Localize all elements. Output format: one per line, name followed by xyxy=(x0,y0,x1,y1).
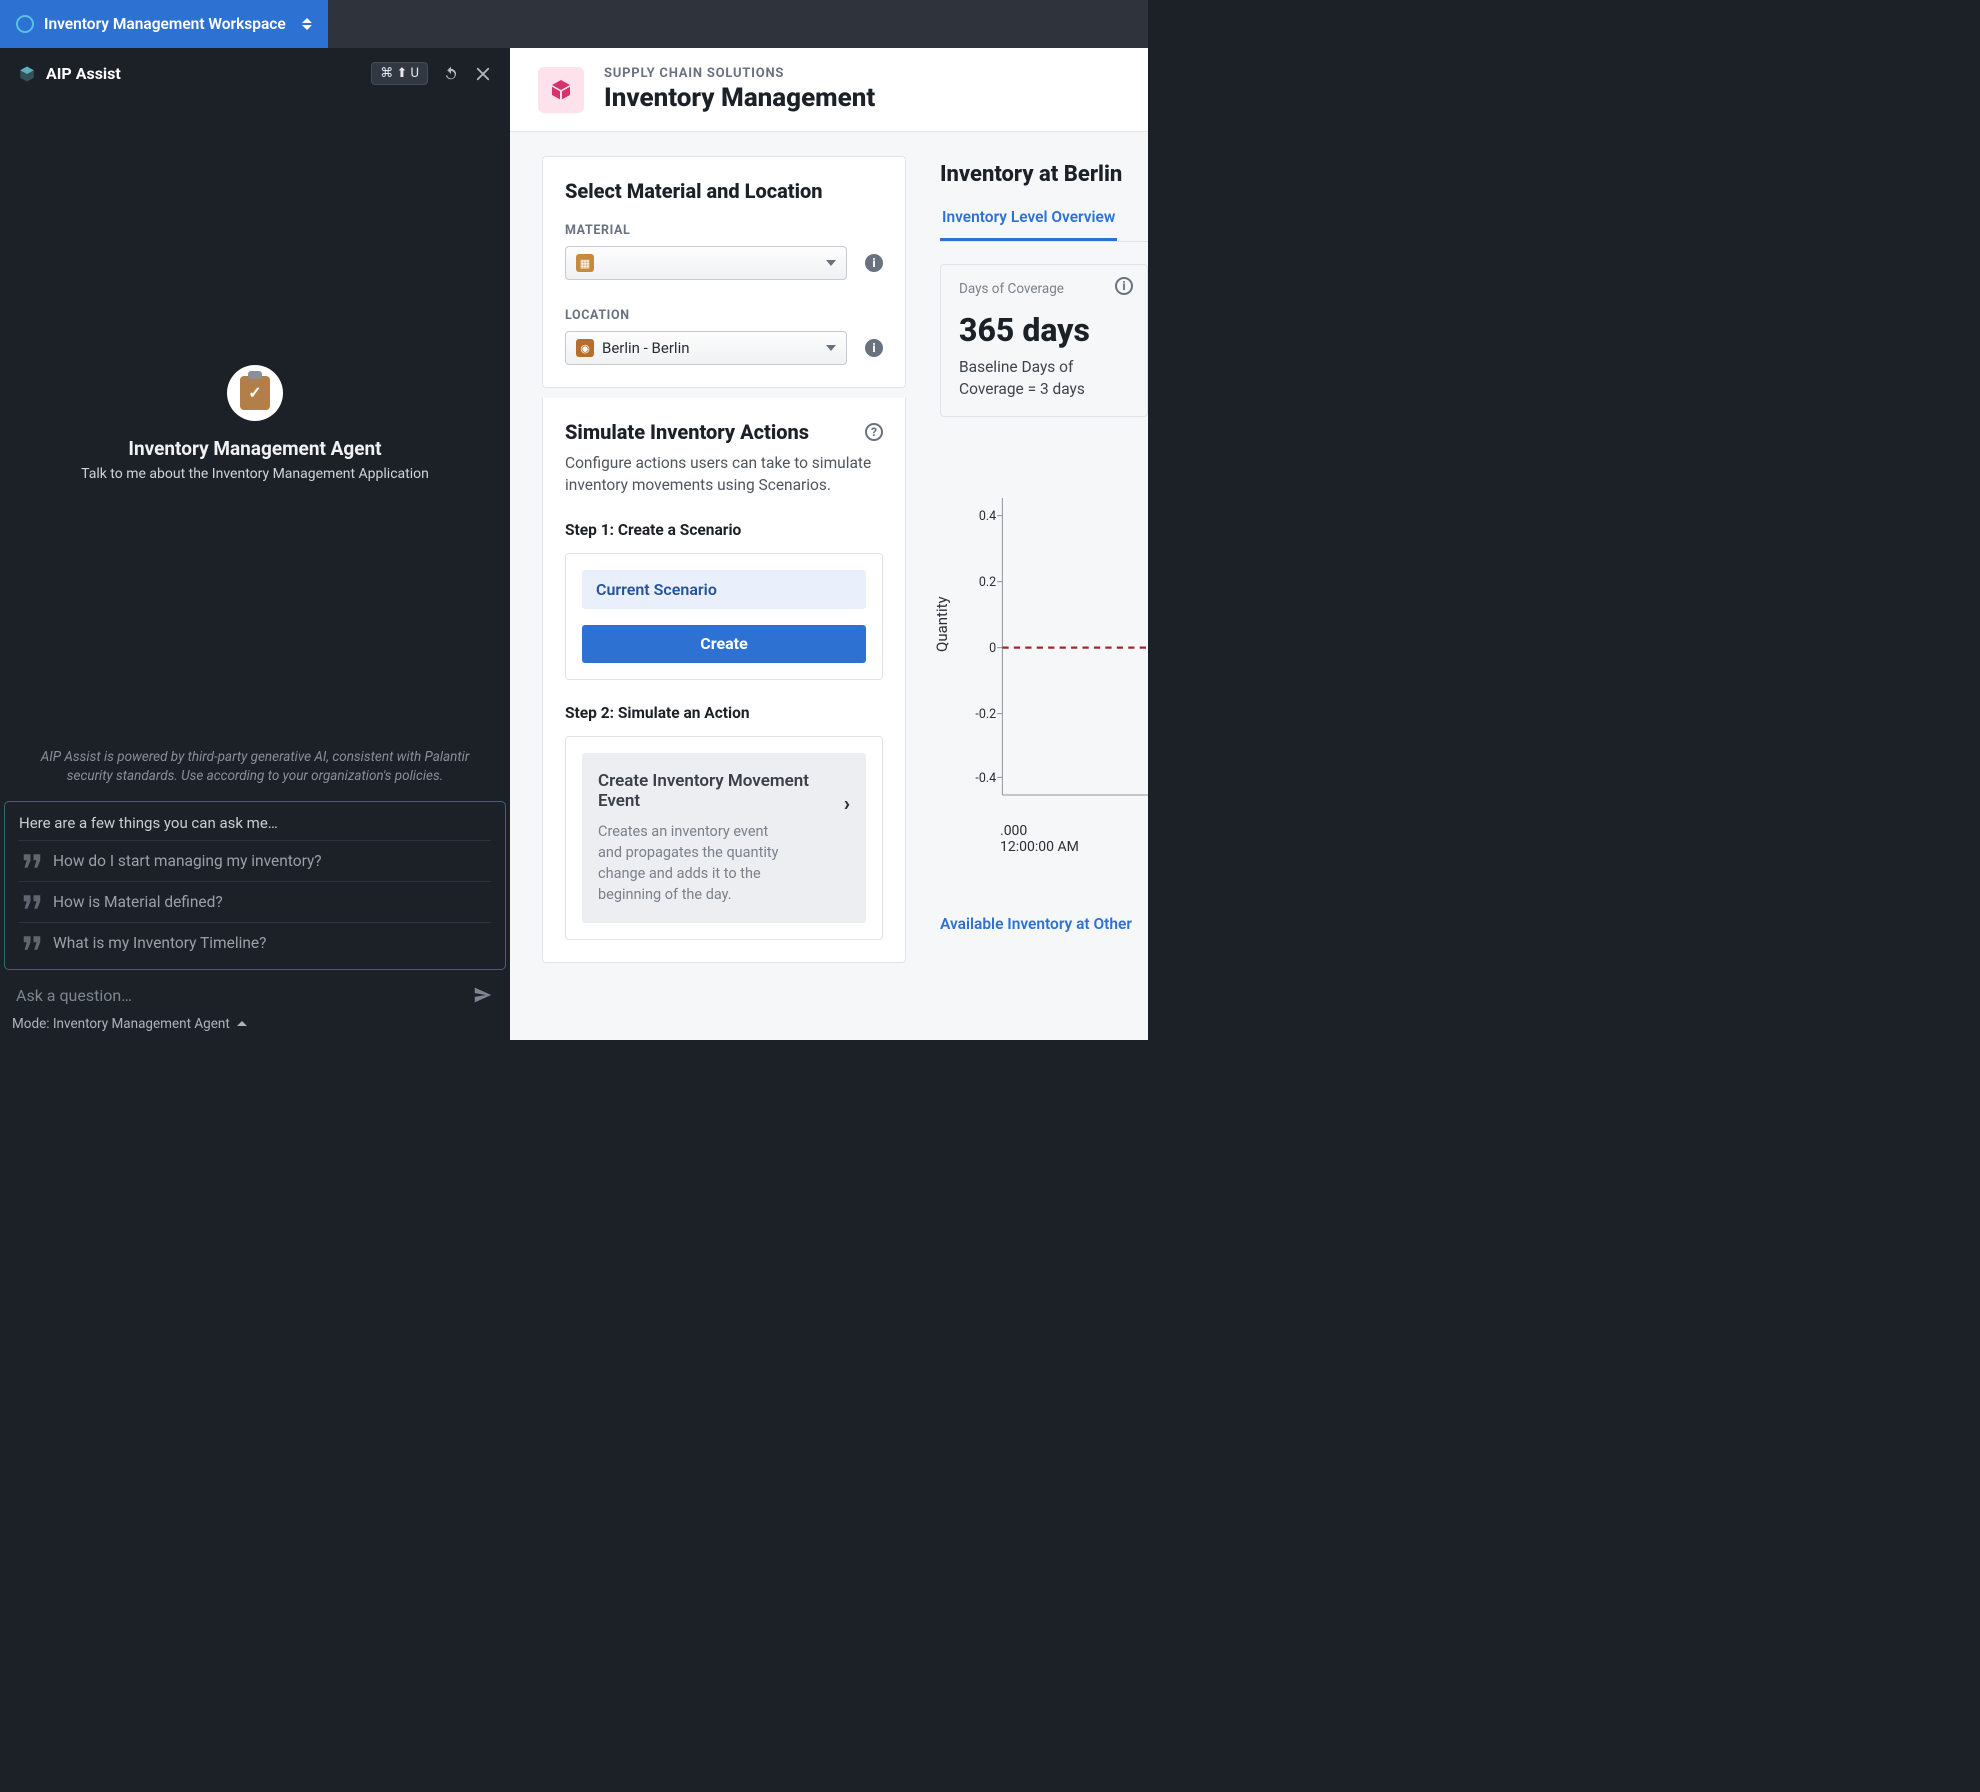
ask-input[interactable] xyxy=(16,986,462,1005)
suggestion-item[interactable]: How do I start managing my inventory? xyxy=(19,840,491,881)
mode-label: Mode: Inventory Management Agent xyxy=(12,1016,230,1032)
close-icon[interactable] xyxy=(474,65,492,83)
material-select[interactable]: ▦ xyxy=(565,246,847,280)
suggestion-item[interactable]: What is my Inventory Timeline? xyxy=(19,922,491,963)
metric-value: 365 days xyxy=(959,311,1129,349)
clipboard-check-icon xyxy=(240,376,270,410)
action-box: Create Inventory Movement Event Creates … xyxy=(565,736,883,940)
movement-event-button[interactable]: Create Inventory Movement Event Creates … xyxy=(582,753,866,923)
quote-icon xyxy=(23,936,41,950)
chevron-down-icon xyxy=(826,345,836,351)
page-icon xyxy=(538,67,584,113)
help-icon[interactable]: ? xyxy=(865,423,883,441)
page-header: SUPPLY CHAIN SOLUTIONS Inventory Managem… xyxy=(510,48,1148,132)
metric-label: Days of Coverage xyxy=(959,281,1129,297)
svg-text:-0.4: -0.4 xyxy=(975,771,996,786)
movement-desc: Creates an inventory event and propagate… xyxy=(598,821,795,905)
info-icon[interactable]: i xyxy=(865,254,883,272)
tab-row: Inventory Level Overview xyxy=(940,207,1148,242)
inventory-title: Inventory at Berlin xyxy=(940,162,1148,187)
simulate-title: Simulate Inventory Actions xyxy=(565,420,809,444)
location-select[interactable]: ◉ Berlin - Berlin xyxy=(565,331,847,365)
workspace-switcher[interactable]: Inventory Management Workspace xyxy=(0,0,328,48)
suggestion-text: How do I start managing my inventory? xyxy=(53,852,322,870)
chevron-down-icon xyxy=(826,260,836,266)
suggestion-text: How is Material defined? xyxy=(53,893,223,911)
location-pin-icon: ◉ xyxy=(576,339,594,357)
info-icon[interactable]: i xyxy=(1115,277,1133,295)
material-badge-icon: ▦ xyxy=(576,254,594,272)
chart-x-tick: .000 xyxy=(1000,823,1148,839)
sort-arrows-icon xyxy=(302,18,312,30)
svg-text:0: 0 xyxy=(989,641,996,656)
topbar: Inventory Management Workspace xyxy=(0,0,1148,48)
metric-sub: Baseline Days of Coverage = 3 days xyxy=(959,357,1129,400)
app-logo-icon xyxy=(16,15,34,33)
svg-text:0.2: 0.2 xyxy=(979,575,996,590)
movement-title: Create Inventory Movement Event xyxy=(598,771,850,811)
mode-switcher[interactable]: Mode: Inventory Management Agent xyxy=(0,1010,510,1040)
scenario-box: Current Scenario Create xyxy=(565,553,883,680)
quote-icon xyxy=(23,895,41,909)
agent-subtitle: Talk to me about the Inventory Managemen… xyxy=(81,466,429,482)
suggestion-item[interactable]: How is Material defined? xyxy=(19,881,491,922)
svg-text:-0.2: -0.2 xyxy=(975,707,996,722)
select-title: Select Material and Location xyxy=(565,179,883,203)
aip-assist-panel: AIP Assist ⌘ ⬆ U Inventory Management Ag… xyxy=(0,48,510,1040)
page-title: Inventory Management xyxy=(604,83,875,113)
suggestion-text: What is my Inventory Timeline? xyxy=(53,934,266,952)
refresh-icon[interactable] xyxy=(442,65,460,83)
page-eyebrow: SUPPLY CHAIN SOLUTIONS xyxy=(604,66,875,81)
days-of-coverage-card: Days of Coverage i 365 days Baseline Day… xyxy=(940,264,1148,417)
chevron-up-icon xyxy=(236,1018,248,1030)
disclaimer-text: AIP Assist is powered by third-party gen… xyxy=(0,748,510,787)
available-inventory-link[interactable]: Available Inventory at Other xyxy=(940,915,1148,933)
simulate-card: Simulate Inventory Actions ? Configure a… xyxy=(542,398,906,963)
agent-avatar xyxy=(227,365,283,421)
suggestions-panel: Here are a few things you can ask me… Ho… xyxy=(4,801,506,970)
current-scenario[interactable]: Current Scenario xyxy=(582,570,866,609)
inventory-chart: Quantity 0.4 0.2 0 -0.2 xyxy=(940,487,1148,817)
aip-logo-icon xyxy=(18,65,36,83)
tab-overview[interactable]: Inventory Level Overview xyxy=(940,208,1117,241)
location-value: Berlin - Berlin xyxy=(602,339,818,357)
select-card: Select Material and Location MATERIAL ▦ … xyxy=(542,156,906,388)
workspace-label: Inventory Management Workspace xyxy=(44,15,286,33)
simulate-desc: Configure actions users can take to simu… xyxy=(565,452,883,497)
info-icon[interactable]: i xyxy=(865,339,883,357)
step1-heading: Step 1: Create a Scenario xyxy=(565,521,883,539)
chart-ylabel: Quantity xyxy=(933,597,951,653)
suggestions-heading: Here are a few things you can ask me… xyxy=(19,814,491,832)
chart-x-sub: 12:00:00 AM xyxy=(1000,839,1148,855)
chevron-right-icon: › xyxy=(844,791,850,815)
cube-icon xyxy=(549,78,573,102)
location-label: LOCATION xyxy=(565,308,883,323)
quote-icon xyxy=(23,854,41,868)
agent-title: Inventory Management Agent xyxy=(128,437,381,460)
svg-text:0.4: 0.4 xyxy=(979,509,996,524)
step2-heading: Step 2: Simulate an Action xyxy=(565,704,883,722)
material-label: MATERIAL xyxy=(565,223,883,238)
send-icon[interactable] xyxy=(472,984,494,1006)
keyboard-shortcut-badge: ⌘ ⬆ U xyxy=(371,62,428,85)
create-button[interactable]: Create xyxy=(582,625,866,663)
aip-title: AIP Assist xyxy=(46,64,121,83)
